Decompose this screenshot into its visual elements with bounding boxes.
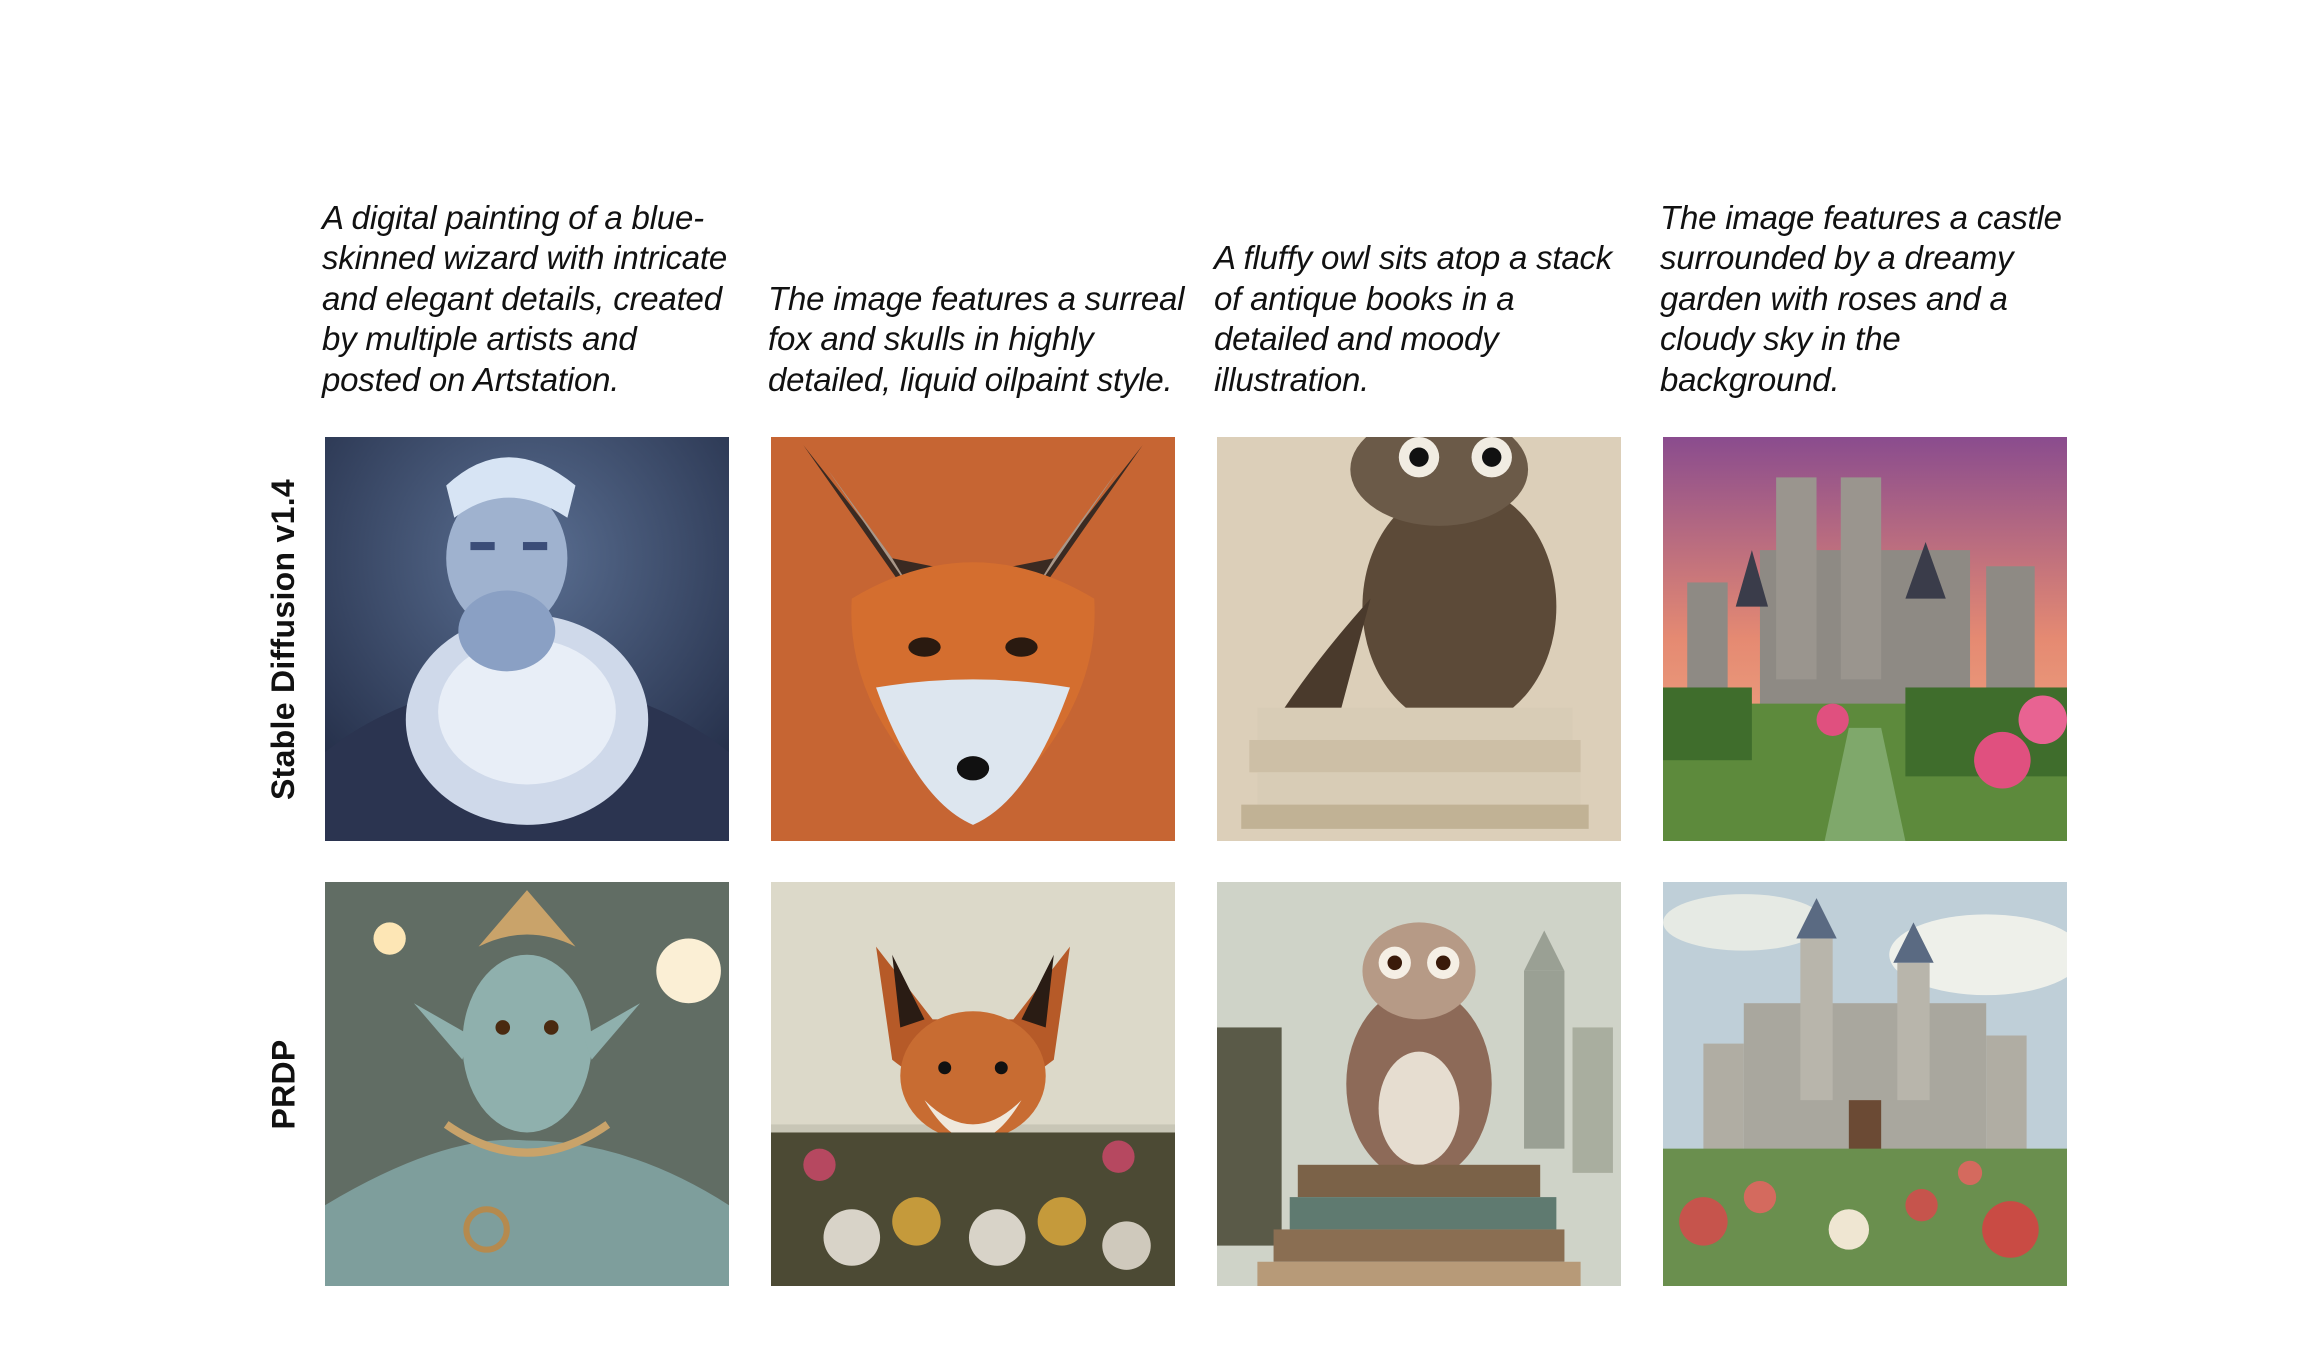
caption-fox: The image features a surreal fox and sku… bbox=[768, 150, 1188, 400]
sd-owl-image bbox=[1217, 437, 1621, 841]
row-label-stable-diffusion-text: Stable Diffusion v1.4 bbox=[265, 478, 302, 800]
row-label-stable-diffusion: Stable Diffusion v1.4 bbox=[260, 437, 308, 841]
caption-castle-text: The image features a castle surrounded b… bbox=[1660, 198, 2062, 398]
caption-wizard: A digital painting of a blue-skinned wiz… bbox=[322, 150, 742, 400]
prdp-wizard-image bbox=[325, 882, 729, 1286]
caption-owl-text: A fluffy owl sits atop a stack of antiqu… bbox=[1214, 239, 1613, 398]
row-label-prdp: PRDP bbox=[260, 882, 308, 1286]
sd-castle-image bbox=[1663, 437, 2067, 841]
caption-owl: A fluffy owl sits atop a stack of antiqu… bbox=[1214, 150, 1634, 400]
sd-fox-image bbox=[771, 437, 1175, 841]
row-label-prdp-text: PRDP bbox=[265, 1038, 302, 1130]
caption-wizard-text: A digital painting of a blue-skinned wiz… bbox=[322, 198, 728, 398]
prdp-owl-image bbox=[1217, 882, 1621, 1286]
prdp-castle-image bbox=[1663, 882, 2067, 1286]
caption-castle: The image features a castle surrounded b… bbox=[1660, 150, 2080, 400]
prdp-fox-image bbox=[771, 882, 1175, 1286]
sd-wizard-image bbox=[325, 437, 729, 841]
caption-fox-text: The image features a surreal fox and sku… bbox=[768, 279, 1185, 398]
